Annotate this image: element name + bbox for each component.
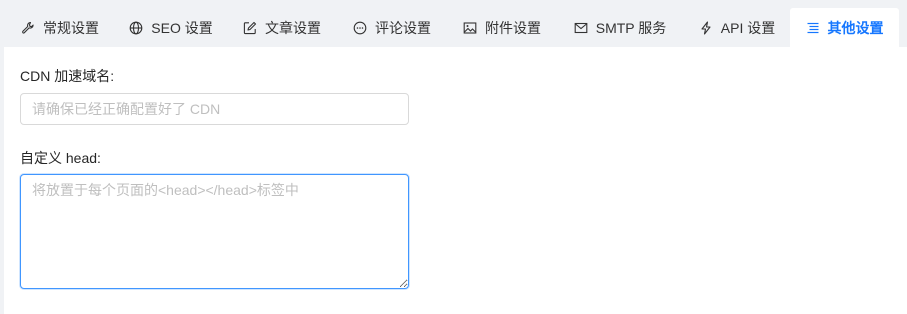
mail-icon [574,21,588,35]
tab-label: 其他设置 [827,19,884,36]
tab-label: SMTP 服务 [595,19,667,36]
custom-head-textarea[interactable] [20,174,409,289]
thunderbolt-icon [699,20,713,35]
tab-seo[interactable]: SEO 设置 [120,8,222,47]
tab-post[interactable]: 文章设置 [232,8,332,47]
tab-label: API 设置 [720,19,776,36]
tab-smtp[interactable]: SMTP 服务 [562,8,678,47]
tab-comment[interactable]: 评论设置 [342,8,442,47]
tab-attachment[interactable]: 附件设置 [452,8,552,47]
tab-general[interactable]: 常规设置 [10,8,110,47]
tab-label: SEO 设置 [151,19,213,36]
comment-icon [353,21,367,35]
align-left-icon [806,21,820,35]
tab-other[interactable]: 其他设置 [790,8,899,47]
settings-tab-bar: 常规设置 SEO 设置 文章设置 评论设置 附件设置 SMTP 服务 API 设… [0,0,907,47]
cdn-domain-label: CDN 加速域名: [20,68,115,84]
wrench-icon [21,21,35,35]
edit-icon [243,21,257,35]
tab-api[interactable]: API 设置 [688,8,786,47]
other-settings-panel: CDN 加速域名: 自定义 head: [4,47,907,314]
globe-icon [129,21,143,35]
tab-label: 文章设置 [265,19,321,36]
cdn-domain-input[interactable] [20,93,409,125]
tab-label: 评论设置 [375,19,431,36]
custom-head-label: 自定义 head: [20,150,101,166]
tab-label: 常规设置 [43,19,99,36]
tab-label: 附件设置 [485,19,541,36]
image-icon [463,21,477,35]
